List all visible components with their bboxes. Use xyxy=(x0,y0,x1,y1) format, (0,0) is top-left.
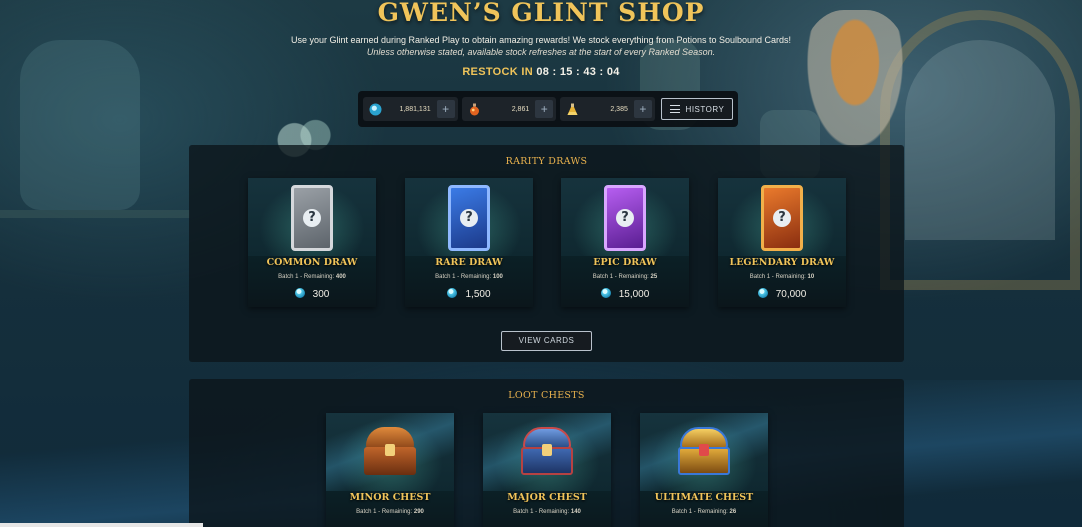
draw-card-epic[interactable]: EPIC DRAW Batch 1 - Remaining: 25 15,000 xyxy=(561,178,689,307)
card-batch: Batch 1 - Remaining: 140 xyxy=(513,509,581,515)
shop-intro: Use your Glint earned during Ranked Play… xyxy=(0,34,1082,58)
currency-glint: 1,881,131 + xyxy=(363,97,458,121)
view-cards-button[interactable]: VIEW CARDS xyxy=(501,331,592,351)
card-price: 300 xyxy=(248,288,376,300)
remaining-label: Remaining: xyxy=(697,509,728,515)
card-batch: Batch 1 - Remaining: 100 xyxy=(435,274,503,280)
remaining-label: Remaining: xyxy=(618,274,649,280)
add-glint-button[interactable]: + xyxy=(436,100,455,118)
glint-icon xyxy=(757,288,768,298)
remaining-label: Remaining: xyxy=(538,509,570,515)
remaining-count: 25 xyxy=(650,274,658,280)
draw-card-legendary[interactable]: LEGENDARY DRAW Batch 1 - Remaining: 10 7… xyxy=(718,178,846,307)
restock-label: RESTOCK IN xyxy=(462,66,533,78)
batch-label: Batch 1 xyxy=(671,509,693,515)
potion-balance: 2,861 xyxy=(511,105,530,113)
card-name: ULTIMATE CHEST xyxy=(654,492,754,503)
chest-card-minor[interactable]: MINOR CHEST Batch 1 - Remaining: 290 xyxy=(326,413,454,527)
remaining-count: 10 xyxy=(807,274,815,280)
card-price: 70,000 xyxy=(718,288,846,300)
remaining-label: Remaining: xyxy=(460,274,492,280)
remaining-count: 400 xyxy=(335,274,346,280)
price-value: 1,500 xyxy=(465,289,491,300)
chest-card-ultimate[interactable]: ULTIMATE CHEST Batch 1 - Remaining: 26 xyxy=(640,413,768,527)
price-value: 70,000 xyxy=(775,289,807,300)
intro-text: Use your Glint earned during Ranked Play… xyxy=(290,35,792,45)
history-button[interactable]: HISTORY xyxy=(660,98,733,120)
remaining-count: 140 xyxy=(570,509,581,515)
currency-bar: 1,881,131 + 2,861 + 2,385 + HISTORY xyxy=(358,91,738,127)
batch-label: Batch 1 xyxy=(749,274,771,280)
remaining-count: 290 xyxy=(413,509,424,515)
batch-label: Batch 1 xyxy=(356,509,377,515)
price-value: 15,000 xyxy=(618,289,650,300)
loot-chests-title: LOOT CHESTS xyxy=(508,390,585,401)
major-chest-icon xyxy=(519,427,575,477)
flask-balance: 2,385 xyxy=(610,105,628,113)
currency-potion: 2,861 + xyxy=(461,97,557,121)
glint-icon xyxy=(294,288,305,298)
add-potion-button[interactable]: + xyxy=(535,100,554,118)
remaining-count: 26 xyxy=(729,509,737,515)
card-name: LEGENDARY DRAW xyxy=(729,257,835,268)
card-batch: Batch 1 - Remaining: 25 xyxy=(592,274,658,280)
intro-subtext: Unless otherwise stated, available stock… xyxy=(366,47,716,57)
glint-balance: 1,881,131 xyxy=(399,105,431,113)
draw-card-common[interactable]: COMMON DRAW Batch 1 - Remaining: 400 300 xyxy=(248,178,376,307)
glint-icon xyxy=(369,103,382,116)
history-label: HISTORY xyxy=(685,104,725,114)
glint-icon xyxy=(600,288,611,298)
epic-draw-card-icon xyxy=(604,185,646,251)
rare-draw-card-icon xyxy=(448,185,490,251)
remaining-label: Remaining: xyxy=(775,274,806,280)
remaining-label: Remaining: xyxy=(381,509,413,515)
card-name: COMMON DRAW xyxy=(266,257,358,268)
restock-timer: 08 : 15 : 43 : 04 xyxy=(536,66,620,78)
add-flask-button[interactable]: + xyxy=(633,100,652,118)
gwen-character-illustration xyxy=(800,10,910,160)
flask-icon xyxy=(566,103,579,116)
background-shelf xyxy=(0,210,190,218)
draw-card-rare[interactable]: RARE DRAW Batch 1 - Remaining: 100 1,500 xyxy=(405,178,533,307)
card-name: RARE DRAW xyxy=(435,257,503,268)
legendary-draw-card-icon xyxy=(761,185,803,251)
card-batch: Batch 1 - Remaining: 290 xyxy=(356,509,424,515)
batch-label: Batch 1 xyxy=(592,274,614,280)
card-batch: Batch 1 - Remaining: 26 xyxy=(671,509,737,515)
common-draw-card-icon xyxy=(291,185,333,251)
batch-label: Batch 1 xyxy=(278,274,299,280)
ultimate-chest-icon xyxy=(676,427,732,477)
price-value: 300 xyxy=(312,289,330,300)
restock-countdown: RESTOCK IN 08 : 15 : 43 : 04 xyxy=(0,66,1082,78)
horizontal-scrollbar[interactable] xyxy=(0,523,203,527)
currency-flask: 2,385 + xyxy=(560,97,655,121)
rarity-draws-panel: RARITY DRAWS COMMON DRAW Batch 1 - Remai… xyxy=(189,145,904,362)
card-price: 15,000 xyxy=(561,288,689,300)
rarity-draws-title: RARITY DRAWS xyxy=(505,156,588,167)
minor-chest-icon xyxy=(362,427,418,477)
remaining-count: 100 xyxy=(492,274,503,280)
page-title: GWEN’S GLINT SHOP xyxy=(377,0,705,27)
list-icon xyxy=(669,105,680,113)
card-name: MINOR CHEST xyxy=(349,492,431,503)
card-batch: Batch 1 - Remaining: 400 xyxy=(278,274,346,280)
chest-card-major[interactable]: MAJOR CHEST Batch 1 - Remaining: 140 xyxy=(483,413,611,527)
batch-label: Batch 1 xyxy=(435,274,456,280)
batch-label: Batch 1 xyxy=(513,509,534,515)
card-price: 1,500 xyxy=(405,288,533,300)
loot-chests-panel: LOOT CHESTS MINOR CHEST Batch 1 - Remain… xyxy=(189,379,904,527)
card-name: EPIC DRAW xyxy=(593,257,657,268)
card-batch: Batch 1 - Remaining: 10 xyxy=(749,274,815,280)
card-name: MAJOR CHEST xyxy=(507,492,587,503)
potion-icon xyxy=(468,103,481,116)
remaining-label: Remaining: xyxy=(303,274,335,280)
glint-icon xyxy=(447,288,458,298)
